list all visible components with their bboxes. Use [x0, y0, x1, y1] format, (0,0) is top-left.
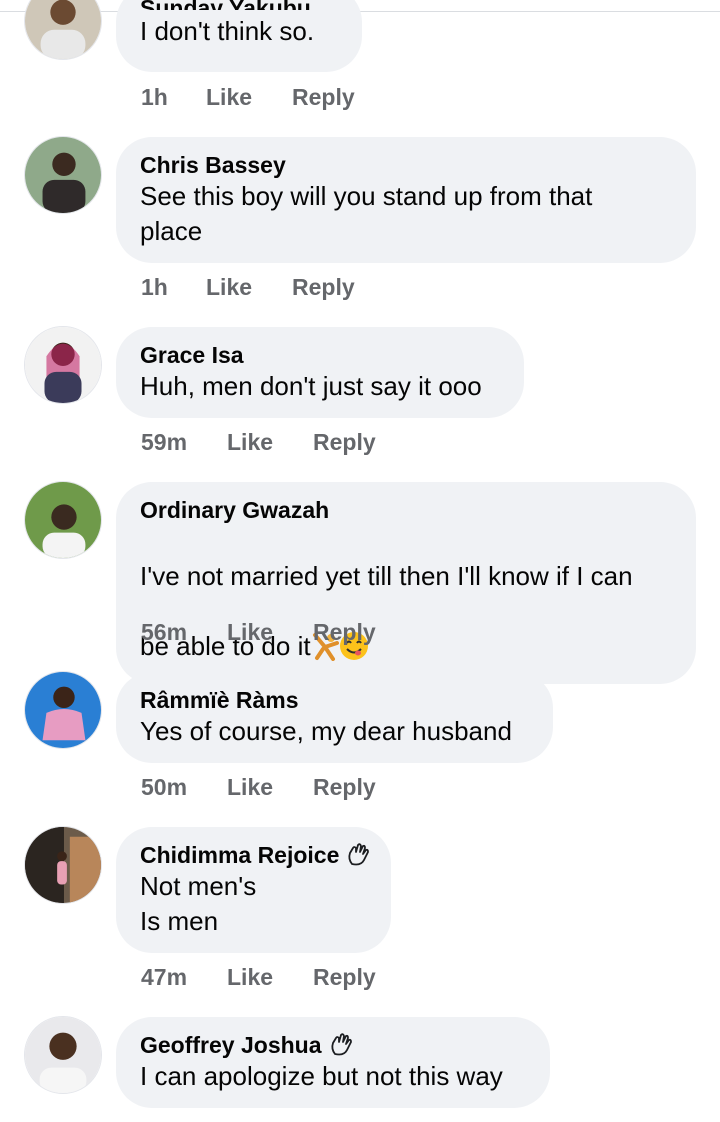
comment-time[interactable]: 50m	[141, 774, 227, 801]
comment-time[interactable]: 59m	[141, 429, 227, 456]
comment-text-line: I've not married yet till then I'll know…	[140, 561, 633, 591]
comment-time[interactable]: 47m	[141, 964, 227, 991]
comment-time[interactable]: 56m	[141, 619, 227, 646]
comment-actions: 50m Like Reply	[141, 774, 376, 801]
commenter-name-text[interactable]: Geoffrey Joshua	[140, 1031, 322, 1059]
comment-actions: 1h Like Reply	[141, 274, 355, 301]
comment-text: I don't think so.	[140, 16, 315, 46]
avatar[interactable]	[24, 1016, 102, 1094]
avatar[interactable]	[24, 481, 102, 559]
avatar-image	[25, 137, 101, 213]
avatar[interactable]	[24, 826, 102, 904]
comment-time[interactable]: 1h	[141, 84, 206, 111]
avatar-image	[25, 672, 101, 748]
comment-actions: 59m Like Reply	[141, 429, 376, 456]
comment-actions: 47m Like Reply	[141, 964, 376, 991]
comment-bubble: Chidimma Rejoice Not men's Is men	[116, 827, 391, 953]
commenter-name[interactable]: Chris Bassey	[140, 151, 670, 179]
comment-actions: 56m Like Reply	[141, 619, 376, 646]
like-button[interactable]: Like	[227, 429, 313, 456]
avatar-image	[25, 327, 101, 403]
waving-hand-badge-icon	[345, 842, 371, 868]
commenter-name[interactable]: Râmmïè Ràms	[140, 686, 527, 714]
comment-text: See this boy will you stand up from that…	[140, 181, 593, 246]
commenter-name[interactable]: Sunday Yakubu	[140, 0, 336, 10]
comment-bubble: Chris Bassey See this boy will you stand…	[116, 137, 696, 263]
commenter-name-text[interactable]: Râmmïè Ràms	[140, 686, 299, 714]
commenter-name-text[interactable]: Chidimma Rejoice	[140, 841, 339, 869]
comment-text: I've not married yet till then I'll know…	[140, 524, 670, 670]
like-button[interactable]: Like	[227, 774, 313, 801]
reply-button[interactable]: Reply	[313, 964, 376, 991]
avatar[interactable]	[24, 326, 102, 404]
comment-bubble: Grace Isa Huh, men don't just say it ooo	[116, 327, 524, 418]
comment-text: Huh, men don't just say it ooo	[140, 371, 482, 401]
commenter-name-text[interactable]: Grace Isa	[140, 341, 244, 369]
commenter-name[interactable]: Ordinary Gwazah	[140, 496, 670, 524]
like-button[interactable]: Like	[206, 274, 292, 301]
reply-button[interactable]: Reply	[313, 774, 376, 801]
avatar-image	[25, 482, 101, 558]
reply-button[interactable]: Reply	[313, 429, 376, 456]
avatar-image	[25, 827, 101, 903]
waving-hand-badge-icon	[328, 1032, 354, 1058]
comment-time[interactable]: 1h	[141, 274, 206, 301]
commenter-name-text[interactable]: Sunday Yakubu	[140, 0, 311, 10]
comment-bubble: Ordinary Gwazah I've not married yet til…	[116, 482, 696, 684]
avatar-image	[25, 0, 101, 59]
comment-bubble: Sunday Yakubu I don't think so.	[116, 0, 362, 72]
avatar[interactable]	[24, 671, 102, 749]
comment-text: I can apologize but not this way	[140, 1061, 503, 1091]
reply-button[interactable]: Reply	[313, 619, 376, 646]
comment-bubble: Râmmïè Ràms Yes of course, my dear husba…	[116, 672, 553, 763]
like-button[interactable]: Like	[227, 964, 313, 991]
comment-bubble: Geoffrey Joshua I can apologize but not …	[116, 1017, 550, 1108]
commenter-name-text[interactable]: Chris Bassey	[140, 151, 286, 179]
reply-button[interactable]: Reply	[292, 274, 355, 301]
comment-actions: 1h Like Reply	[141, 84, 355, 111]
like-button[interactable]: Like	[206, 84, 292, 111]
commenter-name[interactable]: Geoffrey Joshua	[140, 1031, 524, 1059]
commenter-name[interactable]: Chidimma Rejoice	[140, 841, 370, 869]
avatar[interactable]	[24, 0, 102, 60]
commenter-name-text[interactable]: Ordinary Gwazah	[140, 496, 329, 524]
reply-button[interactable]: Reply	[292, 84, 355, 111]
avatar-image	[25, 1017, 101, 1093]
comment-text: Yes of course, my dear husband	[140, 716, 512, 746]
commenter-name[interactable]: Grace Isa	[140, 341, 498, 369]
avatar[interactable]	[24, 136, 102, 214]
like-button[interactable]: Like	[227, 619, 313, 646]
comment-text: Not men's Is men	[140, 871, 257, 936]
